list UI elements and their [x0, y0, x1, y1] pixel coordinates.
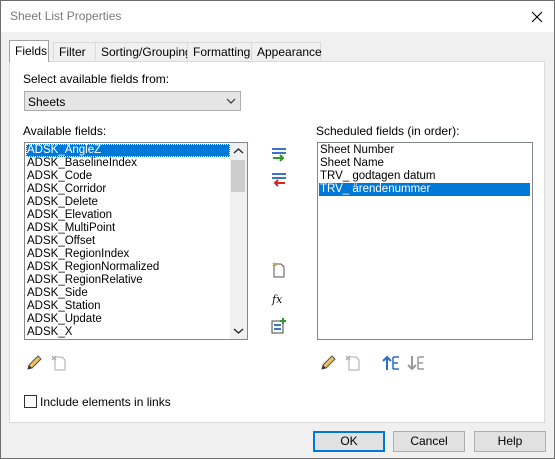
include-links-checkbox[interactable]: [24, 395, 37, 408]
delete-scheduled-parameter-icon[interactable]: [344, 354, 362, 372]
tab-formatting[interactable]: Formatting: [187, 42, 255, 60]
title-bar: Sheet List Properties: [1, 1, 554, 32]
list-item[interactable]: ADSK_Corridor: [26, 183, 106, 196]
delete-parameter-icon[interactable]: [50, 354, 68, 372]
select-from-value: Sheets: [28, 95, 66, 109]
scroll-up-icon[interactable]: [230, 143, 247, 160]
list-item[interactable]: ADSK_BaselineIndex: [26, 157, 137, 170]
list-item[interactable]: Sheet Name: [319, 157, 384, 170]
list-item[interactable]: ADSK_Side: [26, 287, 88, 300]
scrollbar-thumb[interactable]: [231, 160, 245, 192]
chevron-down-icon: [226, 98, 236, 104]
tab-sorting-grouping[interactable]: Sorting/Grouping: [95, 42, 192, 60]
tab-fields[interactable]: Fields: [9, 40, 49, 62]
list-item[interactable]: TRV_ ärendenummer: [319, 183, 530, 196]
tab-appearance[interactable]: Appearance: [251, 42, 322, 60]
list-item[interactable]: ADSK_AngleZ: [26, 144, 230, 157]
edit-parameter-icon[interactable]: [25, 354, 43, 372]
ok-button[interactable]: OK: [313, 431, 385, 452]
scheduled-fields-list[interactable]: Sheet Number Sheet Name TRV_ godtagen da…: [317, 142, 533, 340]
list-item[interactable]: ADSK_MultiPoint: [26, 222, 115, 235]
window-title: Sheet List Properties: [10, 9, 122, 23]
list-item[interactable]: ADSK_Station: [26, 300, 101, 313]
available-fields-label: Available fields:: [23, 124, 107, 138]
include-links-label: Include elements in links: [40, 395, 171, 409]
svg-text:fx: fx: [271, 293, 283, 306]
list-item[interactable]: ADSK_RegionNormalized: [26, 261, 159, 274]
scroll-down-icon[interactable]: [230, 322, 247, 339]
list-item[interactable]: TRV_ godtagen datum: [319, 170, 436, 183]
tab-filter[interactable]: Filter: [53, 42, 99, 60]
help-button[interactable]: Help: [474, 431, 546, 452]
close-button[interactable]: [526, 6, 548, 28]
select-from-label: Select available fields from:: [23, 72, 170, 86]
move-down-icon[interactable]: [407, 354, 425, 372]
list-item[interactable]: ADSK_Delete: [26, 196, 98, 209]
new-parameter-icon[interactable]: [270, 261, 288, 279]
available-fields-scrollbar[interactable]: [230, 143, 247, 339]
list-item[interactable]: ADSK_Code: [26, 170, 92, 183]
combine-parameters-icon[interactable]: [270, 317, 288, 335]
edit-scheduled-parameter-icon[interactable]: [319, 354, 337, 372]
list-item[interactable]: ADSK_Elevation: [26, 209, 112, 222]
remove-field-icon[interactable]: [270, 170, 288, 188]
select-from-dropdown[interactable]: Sheets: [24, 91, 241, 111]
formula-icon[interactable]: fx: [270, 290, 288, 308]
add-field-icon[interactable]: [270, 145, 288, 163]
list-item[interactable]: ADSK_RegionIndex: [26, 248, 129, 261]
close-icon: [531, 11, 543, 23]
list-item[interactable]: ADSK_X: [26, 326, 72, 339]
list-item[interactable]: Sheet Number: [319, 144, 394, 157]
scheduled-fields-label: Scheduled fields (in order):: [316, 124, 460, 138]
fields-tab-panel: Select available fields from: Sheets Ava…: [9, 61, 545, 423]
list-item[interactable]: ADSK_RegionRelative: [26, 274, 143, 287]
list-item[interactable]: ADSK_Offset: [26, 235, 95, 248]
list-item[interactable]: ADSK_Update: [26, 313, 102, 326]
cancel-button[interactable]: Cancel: [393, 431, 465, 452]
move-up-icon[interactable]: [382, 354, 400, 372]
sheet-list-properties-dialog: Sheet List Properties Fields Filter Sort…: [0, 0, 555, 459]
available-fields-list[interactable]: ADSK_AngleZ ADSK_BaselineIndex ADSK_Code…: [24, 142, 248, 340]
